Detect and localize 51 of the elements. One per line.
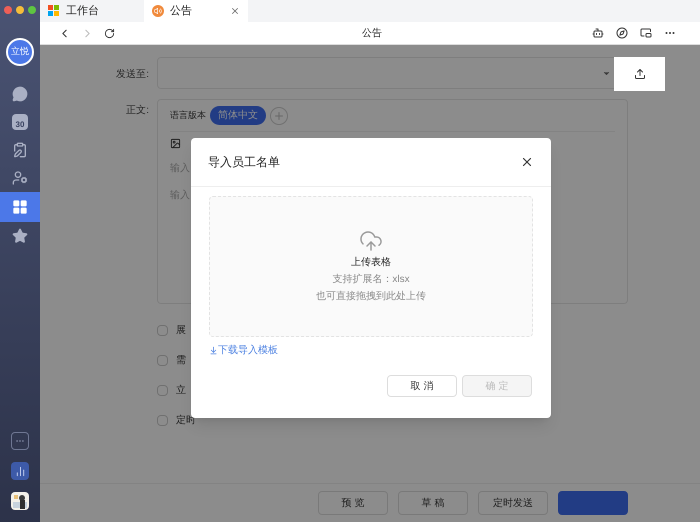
- reload-icon[interactable]: [104, 28, 115, 38]
- tab[interactable]: 公告: [144, 0, 248, 22]
- footer-button[interactable]: 定时发送: [478, 491, 548, 515]
- upload-title: 上传表格: [351, 256, 391, 270]
- plus-icon: [273, 110, 285, 122]
- sidebar-item[interactable]: 30: [0, 108, 40, 136]
- contacts-icon[interactable]: [12, 170, 28, 186]
- grid-logo-icon: [48, 5, 60, 17]
- upload-hint: 支持扩展名：xlsx: [332, 272, 410, 287]
- option-label: 需: [176, 354, 186, 368]
- download-template-link[interactable]: 下载导入模板: [209, 343, 278, 358]
- chat-icon[interactable]: [12, 86, 28, 102]
- page-title: 公告: [362, 26, 382, 40]
- checkbox[interactable]: [157, 324, 168, 336]
- footer-button[interactable]: 草 稿: [398, 491, 468, 515]
- image-icon[interactable]: [170, 138, 181, 149]
- close-window-icon[interactable]: [4, 6, 12, 14]
- close-icon[interactable]: [520, 155, 534, 169]
- language-label: 语言版本: [170, 108, 206, 122]
- chart-icon[interactable]: [11, 462, 29, 480]
- cloud-upload-icon: [359, 229, 383, 253]
- tab-label: 公告: [170, 4, 192, 19]
- checkbox[interactable]: [157, 354, 168, 366]
- minimize-window-icon[interactable]: [16, 6, 24, 14]
- star-icon[interactable]: [12, 228, 28, 244]
- form-icon[interactable]: [12, 142, 28, 158]
- upload-hint: 也可直接拖拽到此处上传: [316, 290, 426, 304]
- checkbox[interactable]: [157, 384, 168, 396]
- option-label: 展: [176, 324, 186, 338]
- robot-icon[interactable]: [592, 27, 604, 39]
- tab-label: 工作台: [66, 4, 99, 19]
- upload-icon: [634, 68, 646, 80]
- upload-dropzone[interactable]: 上传表格 支持扩展名：xlsx 也可直接拖拽到此处上传: [209, 196, 533, 337]
- calendar-icon[interactable]: 30: [12, 114, 28, 130]
- maximize-window-icon[interactable]: [28, 6, 36, 14]
- apps-icon[interactable]: [12, 199, 28, 215]
- field-label: 发送至:: [115, 68, 149, 82]
- speaker-icon: [152, 5, 164, 17]
- download-icon: [209, 346, 218, 355]
- user-avatar[interactable]: 立悦: [6, 38, 34, 66]
- dialog-button[interactable]: 取 消: [387, 375, 457, 397]
- window-icon[interactable]: [640, 27, 652, 39]
- checkbox[interactable]: [157, 414, 168, 426]
- compass-icon[interactable]: [616, 27, 628, 39]
- dialog-title: 导入员工名单: [208, 154, 280, 171]
- sidebar-item[interactable]: [0, 192, 40, 222]
- field-label: 正文:: [125, 104, 149, 118]
- language-chip[interactable]: 简体中文: [210, 106, 266, 125]
- close-icon[interactable]: [230, 6, 240, 16]
- footer-button[interactable]: 预 览: [318, 491, 388, 515]
- option-label: 立: [176, 384, 186, 398]
